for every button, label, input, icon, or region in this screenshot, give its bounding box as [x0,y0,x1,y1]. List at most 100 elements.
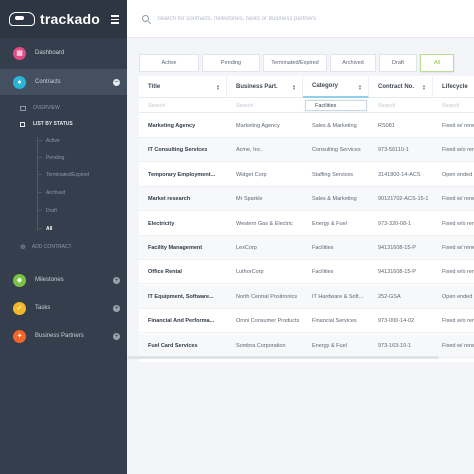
filter-title-input[interactable] [139,100,227,111]
table-cell: LuthorCorp [236,269,264,276]
table-cell: 3141800-14-ACS [378,171,421,178]
link-icon [20,121,25,127]
table-cell: Fixed w/ renew [442,245,474,251]
sidebar-item-contracts[interactable]: ● Contracts − [0,69,127,95]
table-cell: Western Gas & Electric [236,220,293,227]
table-row[interactable]: Market research Mr Sparkle Sales & Marketi… [139,187,474,212]
column-label: Contract No. [378,84,414,90]
sidebar-sub-list-by-status[interactable]: LIST BY STATUS [20,121,73,127]
sidebar-sub-overview[interactable]: OVERVIEW [20,105,60,111]
table-cell: Fixed w/o renew [442,220,474,227]
table-cell: Fixed w/ renew [442,196,474,203]
table-row[interactable]: Facility Management LexCorp Facilities 9413… [139,236,474,260]
sidebar-item-milestones[interactable]: ◆ Milestones + [0,267,127,293]
table-row[interactable]: Office Rental LuthorCorp Facilities 9413160… [139,260,474,285]
column-label: Business Part. [236,84,278,90]
column-header-category[interactable]: Category ▲ ▼ [303,76,369,98]
table-cell: 973-56110-1 [378,147,409,154]
dashboard-icon: ▦ [13,46,26,60]
sidebar-sub-add-contract[interactable]: ⊕ ADD CONTRACT [20,243,72,251]
table-row[interactable]: Temporary Employment... Widget Corp Staffi… [139,163,474,187]
sidebar-item-label: Dashboard [35,50,65,56]
table-cell: 973-320-08-1 [378,220,412,227]
table-cell: Acme, Inc. [236,147,262,154]
sidebar-sub-label: OVERVIEW [33,105,60,111]
global-search-input[interactable] [157,15,437,22]
sort-icon[interactable]: ▲ ▼ [358,84,362,91]
table-cell: RS081 [378,123,395,129]
status-tabs: Active Pending Terminated/Expired Archiv… [139,54,454,72]
filter-business-partner-input[interactable] [227,100,303,111]
table-cell: 252-GSA [378,293,401,300]
filter-contract-no-input[interactable] [369,100,433,111]
sidebar-item-label: Milestones [35,277,64,283]
table-cell[interactable]: IT Consulting Services [139,138,227,162]
table-cell: Open ended [442,171,473,178]
table-cell[interactable]: Facility Management [139,236,227,260]
tab-pending[interactable]: Pending [202,54,260,72]
table-cell[interactable]: Electricity [139,212,227,236]
filter-category-input[interactable] [305,100,367,111]
table-cell[interactable]: Marketing Agency [139,114,227,138]
expand-icon[interactable]: + [113,332,120,340]
status-all[interactable]: All [36,226,52,232]
status-terminated[interactable]: Terminated/Expired [36,172,89,178]
expand-icon[interactable]: + [113,304,120,312]
filter-lifecycle-input[interactable] [433,100,474,111]
column-header-title[interactable]: Title ▲ ▼ [139,76,227,98]
table-row[interactable]: Marketing Agency Marketing Agency Sales & … [139,114,474,138]
table-cell: Facilities [312,245,334,251]
add-icon: ⊕ [20,244,26,251]
brand[interactable]: trackado [0,0,127,38]
table-row[interactable]: IT Equipment, Software... North Central P… [139,284,474,309]
table-cell: 973-163-10-1 [378,342,412,349]
table-cell: Fixed w/o renew [442,269,474,276]
expand-icon[interactable]: + [113,276,120,284]
table-cell: Omni Consumer Products [236,318,300,325]
column-label: Category [312,83,339,89]
column-label: Lifecycle [442,84,468,90]
table-cell: Energy & Fuel [312,220,347,227]
table-cell: 94131608-15-P [378,269,416,276]
status-archived[interactable]: Archived [36,190,65,196]
tab-terminated[interactable]: Terminated/Expired [263,54,327,72]
tab-active[interactable]: Active [139,54,199,72]
sidebar-item-business-partners[interactable]: ✦ Business Partners + [0,323,127,349]
status-active[interactable]: Active [37,138,60,144]
table-cell: 973-000-14-02 [378,318,415,325]
table-cell[interactable]: Temporary Employment... [139,163,227,187]
sidebar-item-dashboard[interactable]: ▦ Dashboard [0,40,127,66]
table-cell[interactable]: Financial And Performa... [139,309,227,333]
column-header-lifecycle[interactable]: Lifecycle [433,76,474,98]
sort-icon[interactable]: ▲ ▼ [292,84,296,91]
sort-icon[interactable]: ▲ ▼ [216,84,220,91]
trackado-logo-icon [9,12,35,26]
table-cell[interactable]: IT Equipment, Software... [139,285,227,309]
chat-bubble-icon: ● [13,75,26,89]
sort-icon[interactable]: ▲ ▼ [422,84,426,91]
table-cell: North Central Positronics [236,293,298,300]
tab-all[interactable]: All [420,54,454,72]
table-cell: 94131608-15-P [378,245,416,251]
table-cell[interactable]: Market research [139,187,227,211]
status-draft[interactable]: Draft [37,208,57,214]
tab-archived[interactable]: Archived [330,54,376,72]
column-header-business-partner[interactable]: Business Part. ▲ ▼ [227,76,303,98]
table-header: Title ▲ ▼ Business Part. ▲ ▼ Category ▲ ▼ C… [139,76,474,98]
sidebar-item-label: Tasks [35,305,51,311]
table-cell[interactable]: Office Rental [139,260,227,284]
column-header-contract-no[interactable]: Contract No. ▲ ▼ [369,76,433,98]
table-row[interactable]: IT Consulting Services Acme, Inc. Consulti… [139,138,474,163]
table-cell[interactable]: Fuel Card Services [139,334,227,358]
menu-icon[interactable] [111,15,119,26]
table-row[interactable]: Fuel Card Services Sombra Corporation Ener… [139,333,474,358]
sidebar-sub-label: ADD CONTRACT [31,244,72,250]
table-row[interactable]: Financial And Performa... Omni Consumer P… [139,309,474,334]
tab-draft[interactable]: Draft [379,54,417,72]
collapse-icon[interactable]: − [113,78,120,86]
horizontal-scrollbar[interactable] [127,356,439,359]
sidebar-item-tasks[interactable]: ✓ Tasks + [0,295,127,321]
table-cell: IT Hardware & Soft... [312,293,364,300]
status-pending[interactable]: Pending [36,155,64,161]
table-row[interactable]: Electricity Western Gas & Electric Energy … [139,212,474,236]
